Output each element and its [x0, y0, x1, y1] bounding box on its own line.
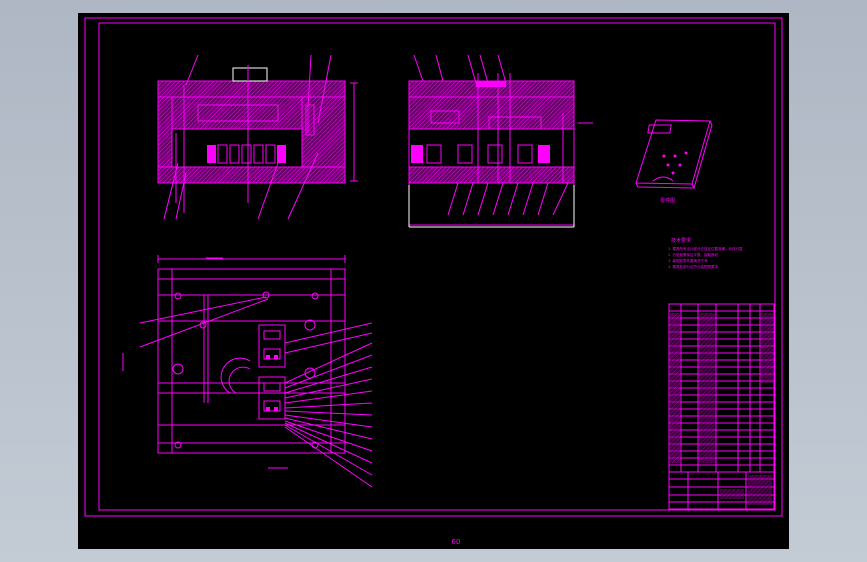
fixed-mold-plate	[171, 96, 303, 130]
top-plan-view	[122, 255, 373, 488]
footer-label: 60	[452, 538, 461, 546]
part-isometric-view: 零件图	[635, 119, 713, 204]
part-view-label: 零件图	[660, 197, 675, 204]
ejector-area	[408, 182, 575, 226]
tech-req-line: 3. 装配前零件要清洗干净	[668, 258, 708, 263]
tech-req-line: 4. 模具各部分应符合装配图要求	[668, 264, 718, 269]
mold-assembly-drawing: 零件图 技术要求 1. 模具所有活动部分应保证位置准确、动作可靠 2. 分型面要…	[84, 17, 783, 546]
side-section-view	[408, 54, 593, 228]
front-section-view	[157, 54, 358, 220]
sprue-bushing-outline	[232, 67, 268, 82]
top-clamp-plate	[157, 80, 346, 98]
technical-requirements: 技术要求 1. 模具所有活动部分应保证位置准确、动作可靠 2. 分型面要保证平整…	[668, 237, 743, 269]
cad-viewport[interactable]: 零件图 技术要求 1. 模具所有活动部分应保证位置准确、动作可靠 2. 分型面要…	[78, 13, 789, 549]
tech-req-line: 1. 模具所有活动部分应保证位置准确、动作可靠	[668, 246, 743, 251]
tech-req-line: 2. 分型面要保证平整、接触良好	[668, 252, 718, 257]
tech-req-title: 技术要求	[671, 237, 691, 244]
bom-table	[668, 303, 775, 510]
